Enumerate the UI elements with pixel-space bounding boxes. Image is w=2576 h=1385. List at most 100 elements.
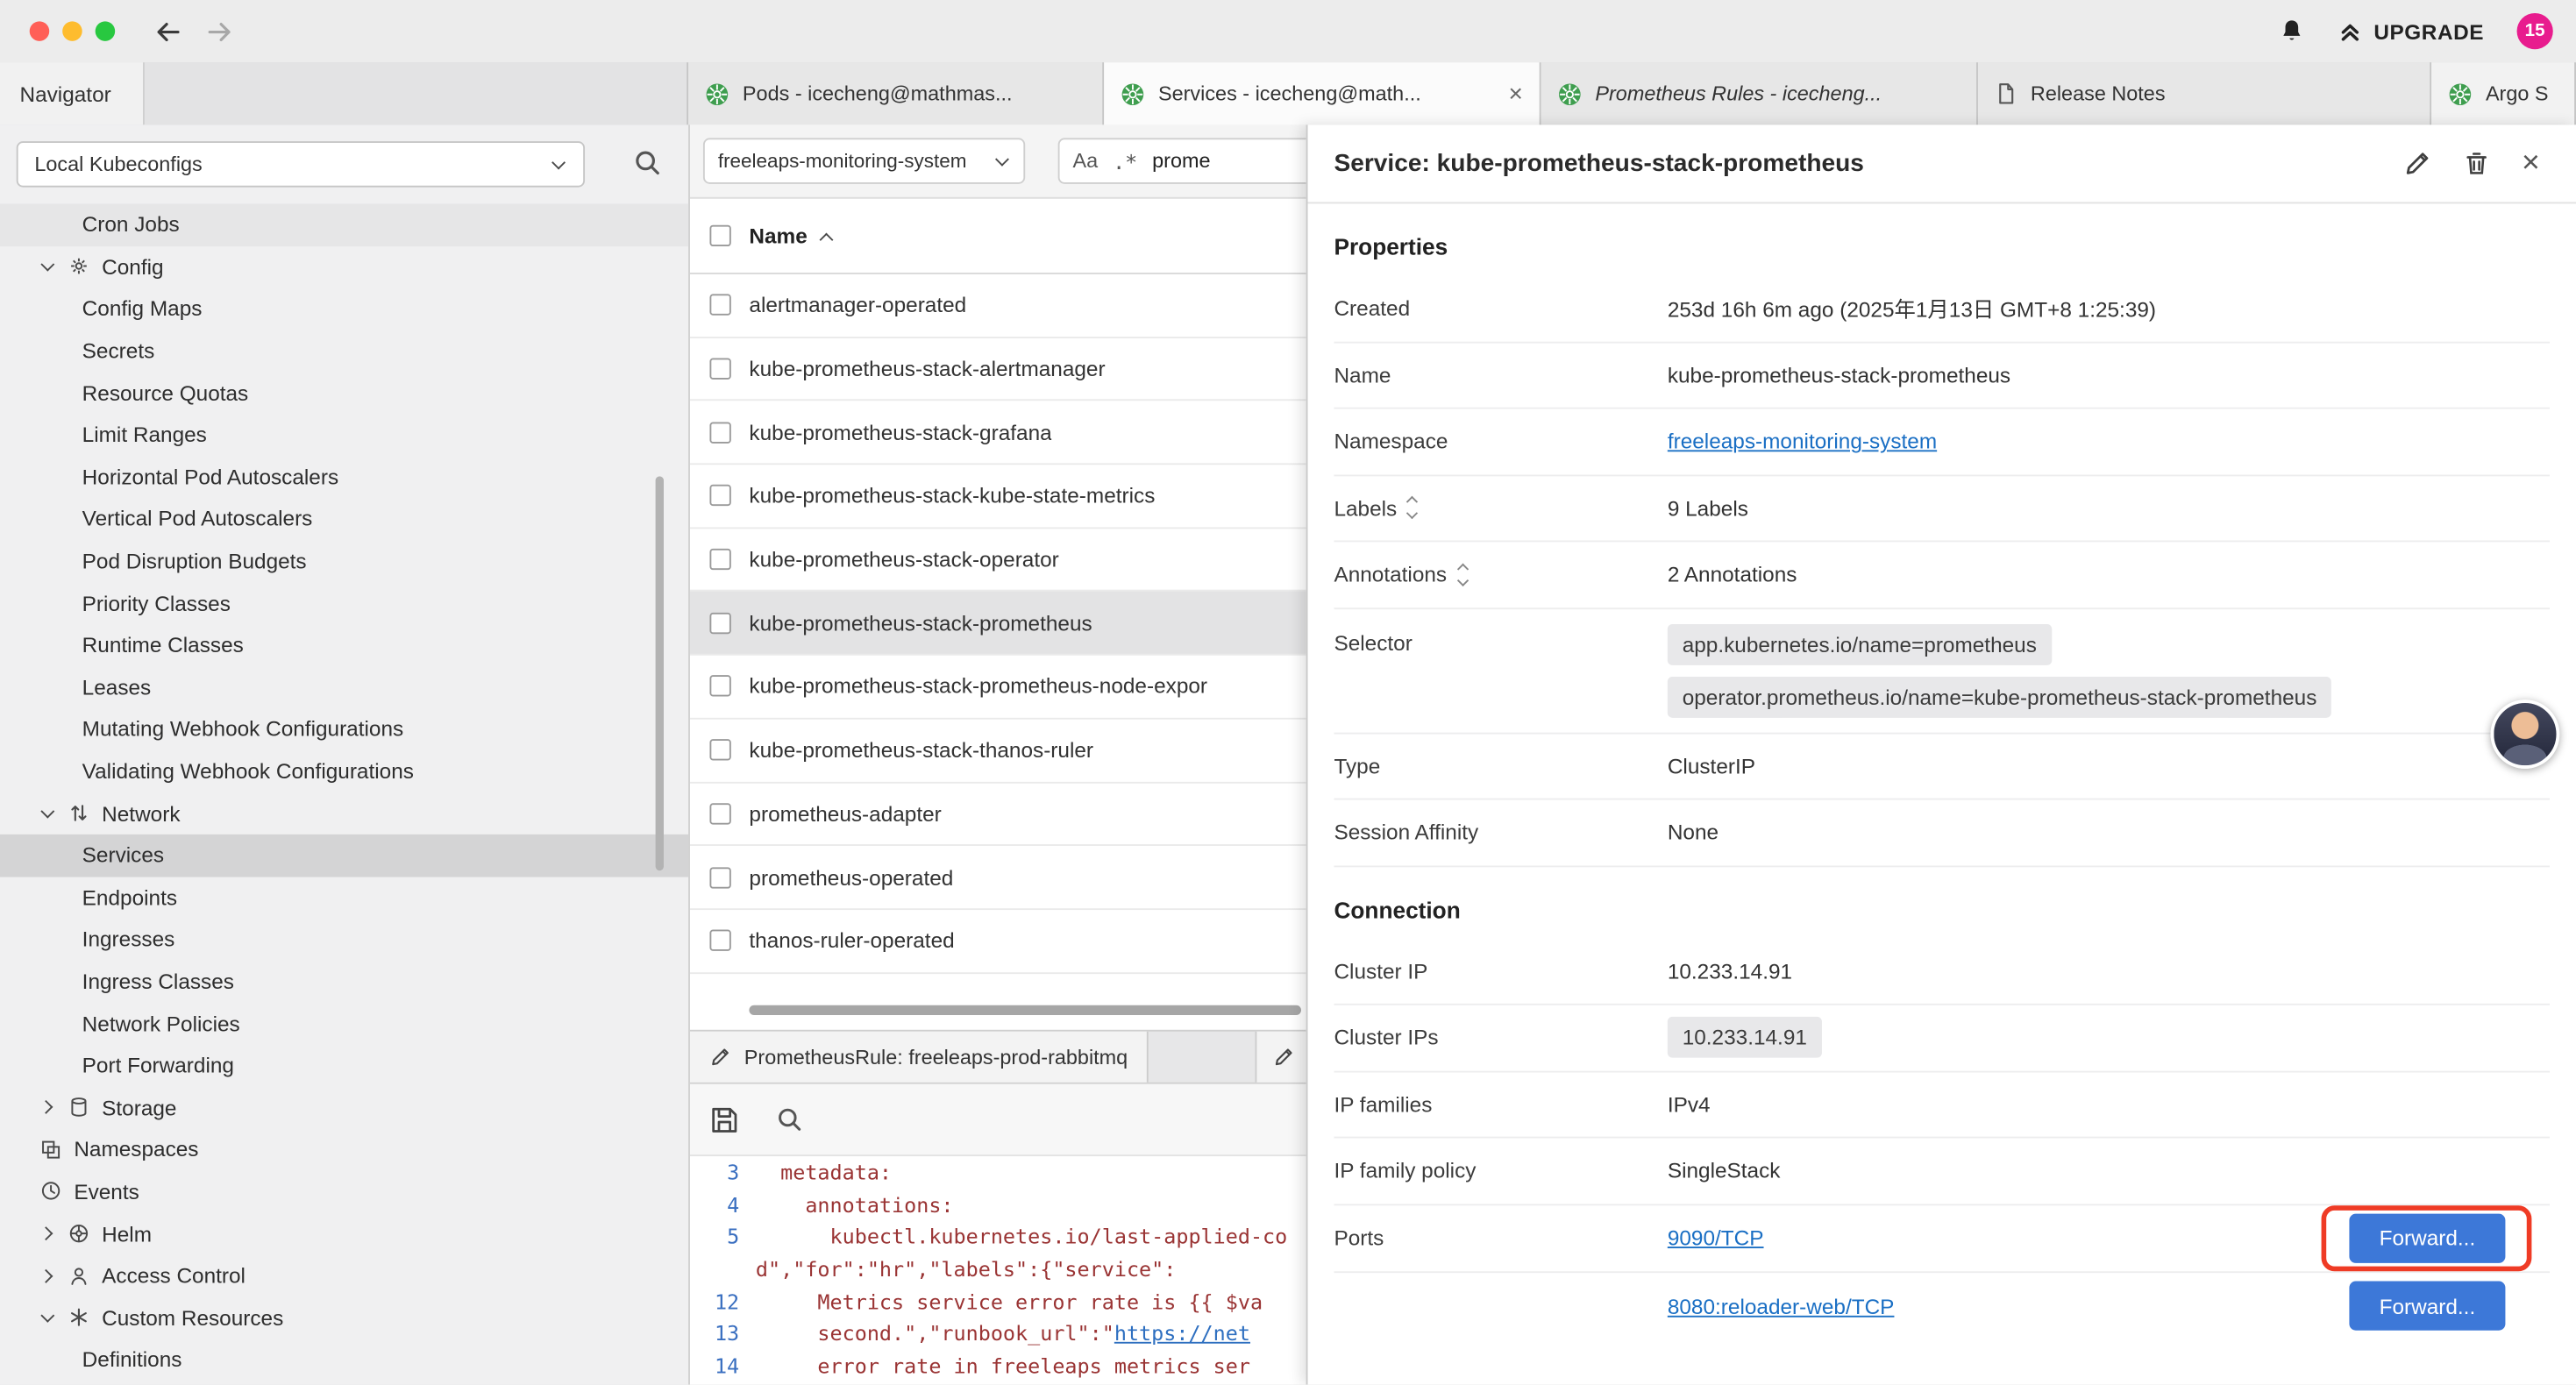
table-row[interactable]: kube-prometheus-stack-alertmanager — [690, 337, 1306, 401]
forward-icon[interactable] — [205, 18, 233, 46]
table-row[interactable]: kube-prometheus-stack-kube-state-metrics — [690, 465, 1306, 528]
table-row[interactable]: alertmanager-operated — [690, 274, 1306, 337]
row-checkbox[interactable] — [709, 739, 730, 760]
upgrade-label: UPGRADE — [2373, 19, 2484, 44]
tab-services-icecheng-math[interactable]: Services - icecheng@math...× — [1104, 62, 1541, 124]
save-icon[interactable] — [709, 1104, 739, 1134]
horizontal-scrollbar[interactable] — [749, 1005, 1301, 1015]
sidebar-item-ingresses[interactable]: Ingresses — [0, 919, 688, 961]
close-window-button[interactable] — [30, 21, 49, 40]
row-checkbox[interactable] — [709, 359, 730, 380]
table-row[interactable]: prometheus-adapter — [690, 783, 1306, 846]
code-text: kubectl.kubernetes.io/last-applied-co — [756, 1225, 1287, 1249]
search-icon[interactable] — [632, 148, 662, 178]
sidebar-item-namespaces[interactable]: Namespaces — [0, 1128, 688, 1170]
tab-argo-s[interactable]: Argo S — [2431, 62, 2576, 124]
sidebar-item-validating-webhook-configurations[interactable]: Validating Webhook Configurations — [0, 750, 688, 792]
expand-collapse-icon[interactable] — [1408, 498, 1416, 517]
sidebar-item-secrets[interactable]: Secrets — [0, 330, 688, 372]
row-checkbox[interactable] — [709, 295, 730, 316]
chevron-right-icon[interactable] — [39, 1225, 56, 1242]
sidebar-item-helm[interactable]: Helm — [0, 1212, 688, 1254]
sidebar-item-endpoints[interactable]: Endpoints — [0, 877, 688, 919]
name-column-header[interactable]: Name — [749, 224, 807, 248]
sidebar-item-resource-quotas[interactable]: Resource Quotas — [0, 372, 688, 414]
sidebar-item-leases[interactable]: Leases — [0, 666, 688, 708]
table-row[interactable]: prometheus-operated — [690, 846, 1306, 909]
sidebar-item-vertical-pod-autoscalers[interactable]: Vertical Pod Autoscalers — [0, 498, 688, 540]
trash-icon[interactable] — [2463, 150, 2491, 178]
maximize-window-button[interactable] — [96, 21, 115, 40]
sidebar-item-runtime-classes[interactable]: Runtime Classes — [0, 624, 688, 666]
tab-close-icon[interactable]: × — [1509, 82, 1523, 106]
search-input[interactable]: Aa .* prome — [1058, 138, 1306, 183]
edit-icon[interactable] — [2403, 150, 2431, 178]
sidebar-item-config-maps[interactable]: Config Maps — [0, 288, 688, 330]
chevron-down-icon[interactable] — [39, 259, 56, 275]
sidebar-item-cron-jobs[interactable]: Cron Jobs — [0, 203, 688, 245]
sidebar-item-ingress-classes[interactable]: Ingress Classes — [0, 961, 688, 1003]
sidebar-item-definitions[interactable]: Definitions — [0, 1339, 688, 1381]
row-checkbox[interactable] — [709, 422, 730, 443]
port-link[interactable]: 9090/TCP — [1668, 1225, 1764, 1250]
tab-prometheus-rules-icecheng[interactable]: Prometheus Rules - icecheng... — [1541, 62, 1978, 124]
sidebar-item-horizontal-pod-autoscalers[interactable]: Horizontal Pod Autoscalers — [0, 456, 688, 498]
table-row[interactable]: kube-prometheus-stack-grafana — [690, 401, 1306, 465]
namespace-filter-dropdown[interactable]: freeleaps-monitoring-system — [703, 138, 1025, 183]
table-row[interactable]: kube-prometheus-stack-prometheus-node-ex… — [690, 656, 1306, 719]
chevron-right-icon[interactable] — [39, 1099, 56, 1116]
chevron-right-icon[interactable] — [39, 1268, 56, 1284]
editor-tab[interactable]: PrometheusRule: freeleaps-prod-rabbitmq — [690, 1032, 1149, 1083]
sidebar-item-network[interactable]: Network — [0, 792, 688, 835]
sidebar-item-mutating-webhook-configurations[interactable]: Mutating Webhook Configurations — [0, 708, 688, 750]
sidebar-item-events[interactable]: Events — [0, 1170, 688, 1212]
table-row[interactable]: thanos-ruler-operated — [690, 910, 1306, 973]
yaml-editor[interactable]: 3 metadata:4 annotations:5 kubectl.kuber… — [690, 1156, 1306, 1384]
sidebar-item-port-forwarding[interactable]: Port Forwarding — [0, 1044, 688, 1086]
row-checkbox[interactable] — [709, 866, 730, 887]
notification-bell-icon[interactable] — [2279, 18, 2305, 45]
port-link[interactable]: 8080:reloader-web/TCP — [1668, 1294, 1895, 1318]
tab-pods-icecheng-mathmas[interactable]: Pods - icecheng@mathmas... — [688, 62, 1104, 124]
minimize-window-button[interactable] — [62, 21, 82, 40]
expand-collapse-icon[interactable] — [1458, 565, 1466, 584]
sidebar-item-custom-resources[interactable]: Custom Resources — [0, 1296, 688, 1339]
select-all-checkbox[interactable] — [709, 225, 730, 246]
table-row[interactable]: kube-prometheus-stack-prometheus — [690, 592, 1306, 655]
table-header[interactable]: Name — [690, 199, 1306, 274]
search-icon[interactable] — [775, 1105, 803, 1133]
property-value-link[interactable]: freeleaps-monitoring-system — [1668, 430, 1937, 454]
table-row[interactable]: kube-prometheus-stack-operator — [690, 529, 1306, 592]
kubeconfig-selector[interactable]: Local Kubeconfigs — [17, 141, 585, 187]
row-checkbox[interactable] — [709, 930, 730, 951]
sidebar-item-limit-ranges[interactable]: Limit Ranges — [0, 414, 688, 456]
sidebar-item-access-control[interactable]: Access Control — [0, 1254, 688, 1296]
sidebar-item-network-policies[interactable]: Network Policies — [0, 1002, 688, 1044]
regex-toggle[interactable]: .* — [1113, 149, 1137, 174]
row-checkbox[interactable] — [709, 676, 730, 697]
sidebar-item-priority-classes[interactable]: Priority Classes — [0, 582, 688, 624]
upgrade-button[interactable]: UPGRADE — [2338, 19, 2484, 44]
sidebar-scrollbar[interactable] — [656, 476, 664, 870]
chevron-down-icon[interactable] — [39, 1310, 56, 1326]
sidebar-item-storage[interactable]: Storage — [0, 1086, 688, 1128]
tab-release-notes[interactable]: Release Notes — [1978, 62, 2431, 124]
close-icon[interactable]: × — [2522, 148, 2540, 180]
row-checkbox[interactable] — [709, 612, 730, 633]
navigator-header[interactable]: Navigator — [0, 62, 145, 124]
sidebar-item-services[interactable]: Services — [0, 835, 688, 877]
back-icon[interactable] — [154, 18, 182, 46]
user-avatar[interactable] — [2491, 700, 2560, 769]
sidebar-item-pod-disruption-budgets[interactable]: Pod Disruption Budgets — [0, 540, 688, 582]
row-checkbox[interactable] — [709, 803, 730, 824]
sidebar-item-config[interactable]: Config — [0, 245, 688, 288]
row-checkbox[interactable] — [709, 486, 730, 507]
forward-button[interactable]: Forward... — [2349, 1282, 2505, 1331]
match-case-toggle[interactable]: Aa — [1073, 150, 1099, 173]
editor-tab-partial[interactable] — [1256, 1032, 1306, 1083]
row-checkbox[interactable] — [709, 549, 730, 570]
chevron-down-icon[interactable] — [39, 805, 56, 821]
table-row[interactable]: kube-prometheus-stack-thanos-ruler — [690, 719, 1306, 782]
forward-button[interactable]: Forward... — [2349, 1213, 2505, 1262]
notification-count-badge[interactable]: 15 — [2517, 13, 2553, 49]
